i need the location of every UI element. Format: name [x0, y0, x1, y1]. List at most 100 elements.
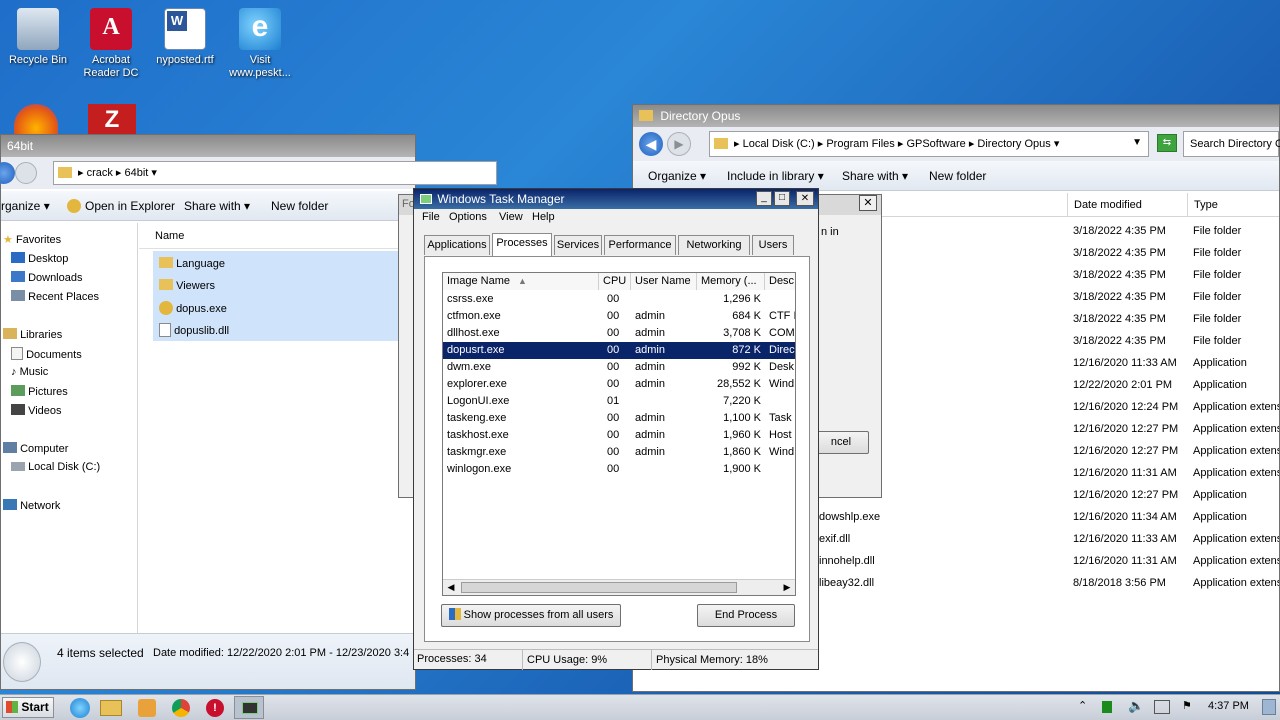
warning-icon[interactable]: ! [206, 699, 224, 717]
nav-item-recent-places[interactable]: Recent Places [11, 290, 99, 303]
explorer-icon[interactable] [100, 700, 122, 716]
tab-performance[interactable]: Performance [604, 235, 676, 255]
include-in-library-button[interactable]: Include in library ▾ [727, 164, 824, 188]
nav-computer[interactable]: Computer [3, 442, 68, 455]
chrome-icon[interactable] [172, 699, 190, 717]
back-icon[interactable] [0, 162, 15, 184]
share-with-button[interactable]: Share with ▾ [842, 164, 908, 188]
address-bar[interactable]: ▸ crack ▸ 64bit ▾ [53, 161, 497, 185]
breadcrumb-item[interactable]: GPSoftware [906, 138, 965, 150]
start-button[interactable]: Start [2, 697, 54, 718]
nav-item-videos[interactable]: Videos [11, 404, 62, 417]
nav-libraries[interactable]: Libraries [3, 328, 62, 341]
show-hidden-icons[interactable]: ⌃ [1078, 699, 1087, 712]
breadcrumb-item[interactable]: Directory Opus [977, 138, 1050, 150]
search-input[interactable]: Search Directory O [1183, 131, 1280, 157]
media-player-icon[interactable] [138, 699, 156, 717]
internet-explorer-icon[interactable] [70, 698, 90, 718]
breadcrumb-item[interactable]: crack [87, 167, 113, 179]
process-row[interactable]: dllhost.exe 00 admin 3,708 K COM [443, 325, 795, 342]
process-list[interactable]: Image Name ▲ CPU User Name Memory (... De… [442, 272, 796, 596]
file-item[interactable]: dopuslib.dll [159, 323, 229, 337]
process-row[interactable]: csrss.exe 00 1,296 K [443, 291, 795, 308]
file-item[interactable]: Viewers [159, 279, 215, 292]
scroll-left-icon[interactable]: ◀ [443, 580, 459, 595]
filezilla-icon[interactable]: Z [88, 104, 136, 134]
nav-item-downloads[interactable]: Downloads [11, 271, 82, 284]
forward-icon[interactable]: ▶ [667, 132, 691, 156]
close-icon[interactable]: ✕ [796, 191, 814, 206]
menu-view[interactable]: View [499, 211, 523, 223]
volume-icon[interactable]: 🔈 [1128, 698, 1144, 714]
horizontal-scrollbar[interactable]: ◀ ▶ [443, 579, 795, 595]
column-cpu[interactable]: CPU [599, 273, 631, 290]
new-folder-button[interactable]: New folder [929, 164, 986, 188]
process-row[interactable]: LogonUI.exe 01 7,220 K [443, 393, 795, 410]
process-row[interactable]: explorer.exe 00 admin 28,552 K Wind [443, 376, 795, 393]
share-with-button[interactable]: Share with ▾ [184, 194, 250, 218]
process-row[interactable]: winlogon.exe 00 1,900 K [443, 461, 795, 478]
nav-item-documents[interactable]: Documents [11, 347, 82, 361]
firefox-icon[interactable] [14, 104, 58, 134]
process-row[interactable]: ctfmon.exe 00 admin 684 K CTF I [443, 308, 795, 325]
process-row[interactable]: taskeng.exe 00 admin 1,100 K Task [443, 410, 795, 427]
tray-app-icon[interactable] [1102, 701, 1112, 713]
clock[interactable]: 4:37 PM [1208, 700, 1249, 712]
process-row[interactable]: dopusrt.exe 00 admin 872 K Direc [443, 342, 795, 359]
file-item[interactable]: dopus.exe [159, 301, 227, 315]
back-icon[interactable]: ◀ [639, 132, 663, 156]
maximize-icon[interactable]: □ [774, 191, 790, 206]
tab-users[interactable]: Users [752, 235, 794, 255]
address-bar[interactable]: ▸ Local Disk (C:) ▸ Program Files ▸ GPSo… [709, 131, 1149, 157]
menu-help[interactable]: Help [532, 211, 555, 223]
column-type[interactable]: Type [1187, 193, 1279, 217]
scroll-right-icon[interactable]: ▶ [779, 580, 795, 595]
show-desktop-button[interactable] [1262, 699, 1276, 715]
new-folder-button[interactable]: New folder [271, 194, 328, 218]
nav-item-desktop[interactable]: Desktop [11, 252, 68, 265]
show-all-processes-button[interactable]: Show processes from all users [441, 604, 621, 627]
cancel-button[interactable]: ncel [813, 431, 869, 454]
nav-item-local-disk[interactable]: Local Disk (C:) [11, 461, 100, 473]
process-row[interactable]: taskmgr.exe 00 admin 1,860 K Wind [443, 444, 795, 461]
network-tray-icon[interactable] [1154, 700, 1170, 714]
organize-button[interactable]: rganize ▾ [1, 194, 50, 218]
menu-file[interactable]: File [422, 211, 440, 223]
nav-item-pictures[interactable]: Pictures [11, 385, 68, 398]
desktop-icon-acrobat[interactable]: Acrobat Reader DC [73, 8, 149, 80]
column-memory[interactable]: Memory (... [697, 273, 765, 290]
column-user-name[interactable]: User Name [631, 273, 697, 290]
tab-applications[interactable]: Applications [424, 235, 490, 255]
minimize-icon[interactable]: _ [756, 191, 772, 206]
tab-processes[interactable]: Processes [492, 233, 552, 256]
column-name[interactable]: Name [155, 230, 184, 242]
nav-favorites[interactable]: ★ Favorites [3, 233, 61, 246]
open-in-explorer-button[interactable]: Open in Explorer [67, 194, 175, 218]
scrollbar-thumb[interactable] [461, 582, 737, 593]
forward-icon[interactable] [15, 162, 37, 184]
nav-network[interactable]: Network [3, 499, 60, 512]
tab-networking[interactable]: Networking [678, 235, 750, 255]
flag-icon[interactable]: ⚑ [1182, 699, 1192, 712]
breadcrumb-item[interactable]: Program Files [826, 138, 894, 150]
tab-services[interactable]: Services [554, 235, 602, 255]
nav-item-music[interactable]: ♪ Music [11, 366, 48, 378]
task-manager-taskbar-button[interactable] [234, 696, 264, 719]
process-row[interactable]: taskhost.exe 00 admin 1,960 K Host [443, 427, 795, 444]
menu-options[interactable]: Options [449, 211, 487, 223]
desktop-icon-recycle-bin[interactable]: Recycle Bin [0, 8, 76, 67]
close-icon[interactable]: ✕ [859, 195, 877, 211]
breadcrumb-item[interactable]: 64bit [125, 167, 149, 179]
column-description[interactable]: Desc [765, 273, 795, 290]
chevron-down-icon[interactable]: ▼ [1132, 137, 1142, 148]
column-date-modified[interactable]: Date modified [1067, 193, 1187, 217]
desktop-icon-visit[interactable]: Visit www.peskt... [222, 8, 298, 80]
end-process-button[interactable]: End Process [697, 604, 795, 627]
refresh-icon[interactable]: ⇆ [1157, 134, 1177, 152]
desktop-icon-nyposted[interactable]: nyposted.rtf [147, 8, 223, 67]
breadcrumb-item[interactable]: Local Disk (C:) [743, 138, 815, 150]
file-item[interactable]: Language [159, 257, 225, 270]
column-image-name[interactable]: Image Name ▲ [443, 273, 599, 290]
process-row[interactable]: dwm.exe 00 admin 992 K Desk [443, 359, 795, 376]
organize-button[interactable]: Organize ▾ [648, 164, 706, 188]
